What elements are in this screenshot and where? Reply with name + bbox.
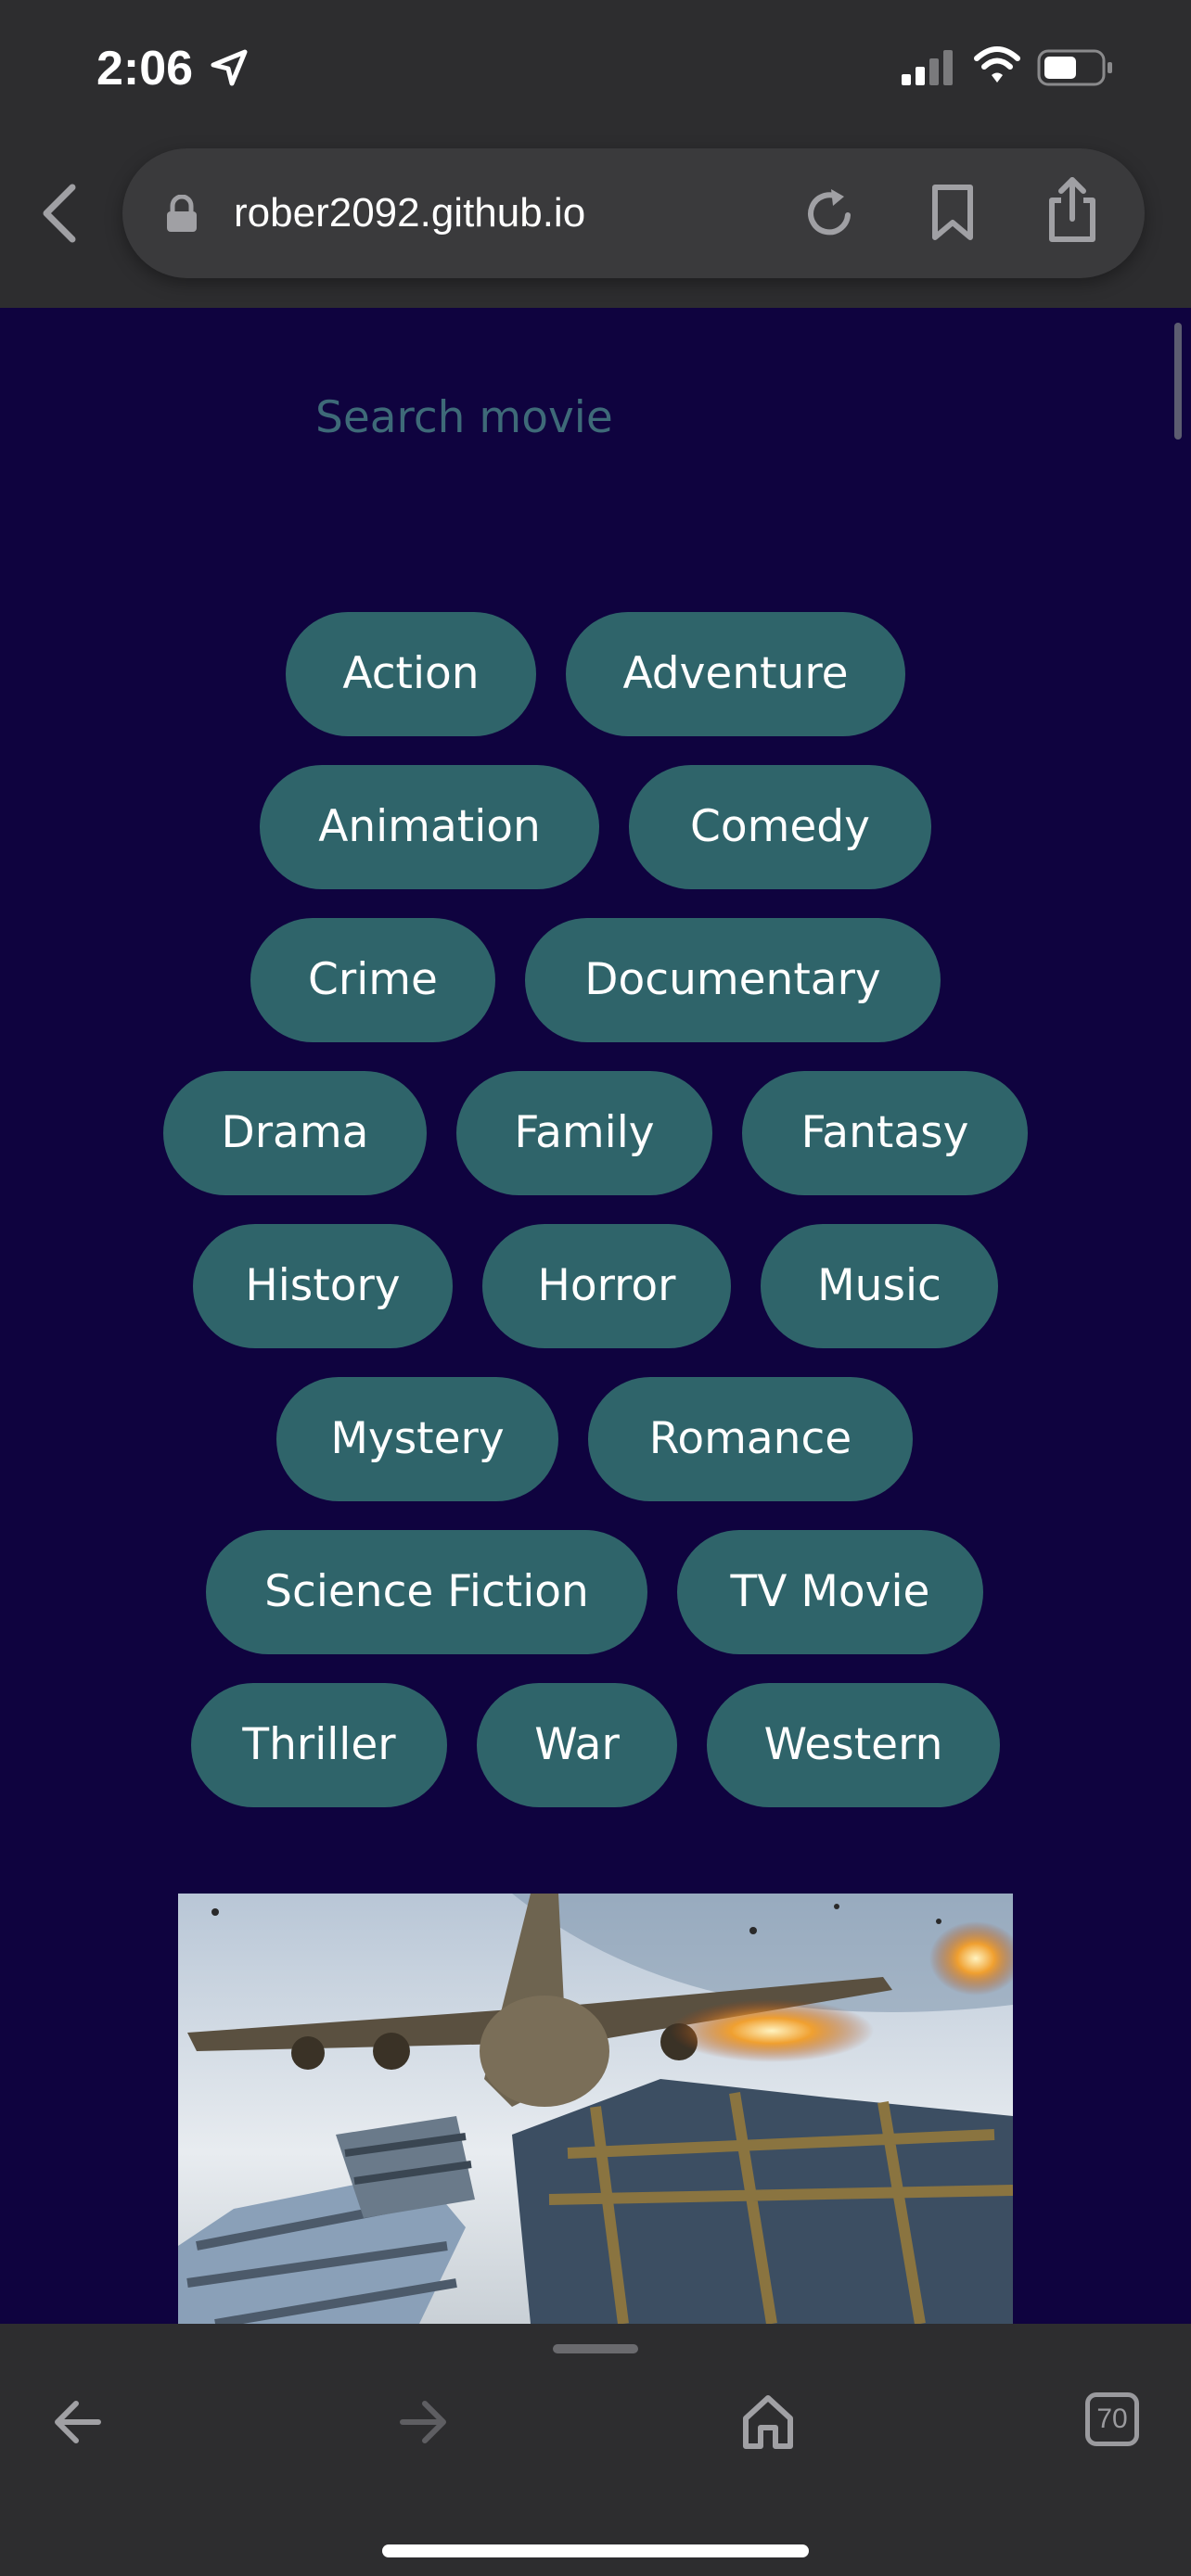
- arrow-forward-icon[interactable]: [397, 2396, 449, 2448]
- genre-button-animation[interactable]: Animation: [260, 765, 599, 889]
- genre-button-family[interactable]: Family: [456, 1071, 712, 1195]
- genre-button-mystery[interactable]: Mystery: [276, 1377, 558, 1501]
- home-indicator[interactable]: [382, 2544, 809, 2557]
- browser-top-bar: 2:06 rober2092.github.io: [0, 0, 1191, 308]
- url-text[interactable]: rober2092.github.io: [234, 184, 585, 243]
- status-time: 2:06: [96, 42, 194, 96]
- search-movie-input[interactable]: [315, 380, 872, 454]
- browser-bottom-toolbar: 70: [0, 2324, 1191, 2576]
- reload-icon[interactable]: [801, 185, 857, 241]
- location-arrow-icon: [211, 49, 248, 86]
- arrow-back-icon[interactable]: [52, 2396, 104, 2448]
- battery-icon: [1037, 49, 1112, 86]
- genre-button-western[interactable]: Western: [707, 1683, 1000, 1807]
- lock-icon: [167, 195, 197, 232]
- home-icon[interactable]: [740, 2392, 796, 2450]
- share-icon[interactable]: [1046, 174, 1098, 243]
- movie-poster-image[interactable]: [178, 1894, 1013, 2324]
- back-chevron-icon[interactable]: [37, 182, 82, 245]
- wifi-icon: [974, 46, 1020, 83]
- genre-button-crime[interactable]: Crime: [250, 918, 495, 1042]
- genre-button-tv-movie[interactable]: TV Movie: [677, 1530, 983, 1654]
- genre-button-adventure[interactable]: Adventure: [566, 612, 905, 736]
- bookmark-icon[interactable]: [929, 184, 976, 241]
- page-scrollbar[interactable]: [1174, 323, 1182, 440]
- genre-button-horror[interactable]: Horror: [482, 1224, 731, 1348]
- tabs-count-button[interactable]: 70: [1085, 2392, 1139, 2446]
- address-bar[interactable]: rober2092.github.io: [122, 148, 1145, 278]
- genre-button-fantasy[interactable]: Fantasy: [742, 1071, 1028, 1195]
- genre-button-war[interactable]: War: [477, 1683, 677, 1807]
- genre-button-documentary[interactable]: Documentary: [525, 918, 941, 1042]
- genre-button-action[interactable]: Action: [286, 612, 536, 736]
- genre-button-thriller[interactable]: Thriller: [191, 1683, 447, 1807]
- genre-button-music[interactable]: Music: [761, 1224, 998, 1348]
- genre-button-history[interactable]: History: [193, 1224, 453, 1348]
- toolbar-grabber[interactable]: [553, 2344, 638, 2353]
- cellular-signal-icon: [902, 50, 953, 85]
- genre-button-drama[interactable]: Drama: [163, 1071, 427, 1195]
- genre-button-science-fiction[interactable]: Science Fiction: [206, 1530, 647, 1654]
- genre-button-comedy[interactable]: Comedy: [629, 765, 931, 889]
- genre-button-romance[interactable]: Romance: [588, 1377, 913, 1501]
